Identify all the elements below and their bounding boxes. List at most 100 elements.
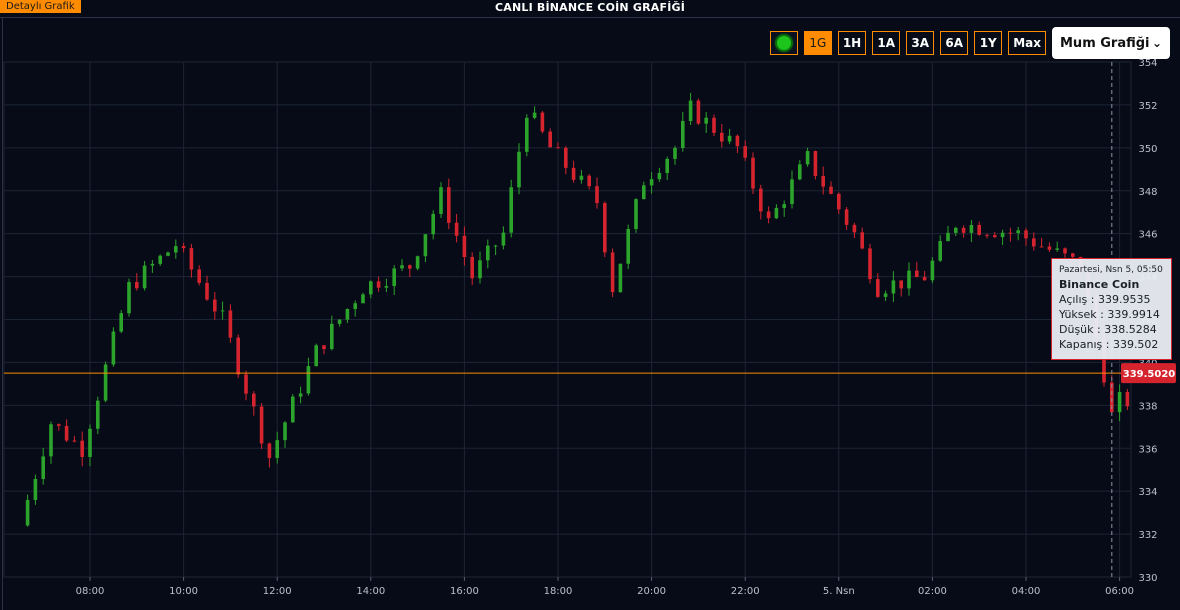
candle-body [1000,232,1005,238]
candle-body [946,232,950,242]
candle-body [977,224,981,235]
candle-body [766,211,771,219]
candle-body [345,308,350,320]
chart-toolbar: 1G 1H 1A 3A 6A 1Y Max Mum Grafiği ⌄ [769,27,1170,59]
range-button-max[interactable]: Max [1008,31,1046,55]
chevron-down-icon: ⌄ [1151,36,1162,50]
candle-body [587,175,591,187]
candle-body [579,175,584,180]
candle-body [1047,246,1052,250]
candle-body [361,294,365,304]
candle-body [954,227,958,233]
candle-body [205,282,209,300]
candle-body [525,117,529,152]
y-tick-label: 334 [1138,487,1157,498]
candle-body [813,151,818,177]
candle-body [548,131,552,148]
candle-body [556,147,560,149]
tooltip-high: Yüksek : 339.9914 [1059,308,1160,321]
candle-body [228,310,233,338]
candle-body [681,121,685,148]
range-button-1h[interactable]: 1H [837,31,867,55]
candle-body [41,456,45,479]
candle-body [774,207,779,219]
candle-body [25,499,30,526]
candle-body [236,337,240,375]
range-button-1a[interactable]: 1A [872,31,901,55]
tooltip-low: Düşük : 338.5284 [1059,323,1157,336]
candle-body [353,303,357,309]
candle-body [610,252,615,293]
candle-body [408,265,412,269]
candle-body [844,209,849,225]
candle-body [1125,392,1130,407]
candle-body [1117,392,1122,413]
candle-body [634,199,638,230]
candle-body [993,235,997,238]
y-tick-label: 332 [1138,530,1157,541]
chart-type-value: Mum Grafiği [1060,35,1150,51]
candle-body [275,440,279,458]
candle-body [907,270,911,289]
candle-body [938,241,942,261]
candle-body [493,245,498,247]
x-tick-label: 10:00 [169,586,198,597]
candle-body [876,279,880,297]
candle-body [142,265,147,289]
candle-body [564,147,568,168]
range-button-1y[interactable]: 1Y [974,31,1003,55]
candle-body [1008,232,1013,234]
candle-body [930,260,935,281]
candle-body [899,280,903,289]
candle-body [790,179,794,205]
candle-body [80,440,84,457]
candle-body [1039,246,1044,248]
x-tick-label: 08:00 [76,586,105,597]
x-tick-label: 20:00 [637,586,666,597]
candle-body [369,281,373,295]
range-button-3a[interactable]: 3A [906,31,935,55]
candle-body [704,117,708,124]
candle-body [1071,253,1075,257]
candle-body [415,256,420,269]
candle-body [447,187,451,223]
tooltip-time: Pazartesi, Nsn 5, 05:50 [1059,265,1163,275]
candle-body [571,167,576,180]
candle-body [486,245,490,261]
candle-body [626,229,630,264]
candle-body [478,260,482,279]
candle-body [727,135,732,142]
candlestick-chart[interactable]: 3303323343363383403423443463483503523540… [0,0,1180,610]
candle-body [759,188,763,212]
candle-body [88,428,92,457]
candle-body [220,310,225,312]
candle-body [462,235,467,258]
candle-body [72,440,77,442]
candle-body [127,282,131,314]
candle-body [423,234,428,257]
candle-body [1016,230,1020,234]
candle-body [1024,230,1028,239]
candle-body [891,280,896,294]
candle-body [337,319,342,324]
candle-body [259,406,264,444]
range-button-6a[interactable]: 6A [940,31,969,55]
candle-body [618,263,623,293]
candle-body [922,277,927,281]
candle-body [532,112,537,118]
candle-body [64,425,69,441]
candle-body [431,213,435,235]
candle-body [798,164,802,180]
candle-body [837,193,841,210]
y-tick-label: 352 [1138,101,1157,112]
candle-body [509,187,513,233]
candle-body [969,224,974,233]
candle-body [252,393,256,407]
tooltip-close: Kapanış : 339.502 [1059,338,1159,351]
chart-type-select[interactable]: Mum Grafiği ⌄ [1052,27,1170,59]
candle-body [314,345,318,367]
live-toggle-button[interactable] [769,31,798,55]
range-button-1g[interactable]: 1G [803,31,832,55]
candle-body [392,268,396,287]
candle-tooltip: Pazartesi, Nsn 5, 05:50 Binance Coin Açı… [1051,258,1172,360]
